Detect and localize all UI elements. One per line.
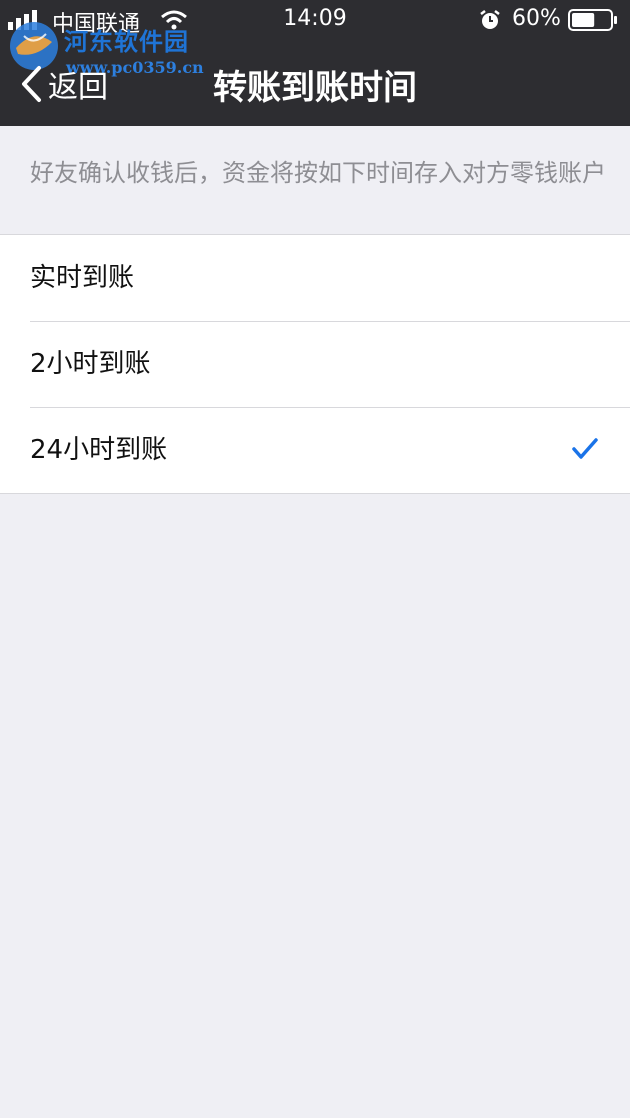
option-label: 2小时到账 (30, 349, 151, 379)
battery-percent: 60% (512, 6, 561, 31)
checkmark-icon (572, 438, 598, 459)
option-label: 24小时到账 (30, 435, 168, 465)
page-title: 转账到账时间 (213, 68, 417, 108)
option-24-hours[interactable]: 24小时到账 (0, 407, 630, 493)
description-text: 好友确认收钱后，资金将按如下时间存入对方零钱账户 (30, 159, 606, 187)
top-bar: 中国联通 14:09 60% 河东软件园 www.pc0359.cn 返回 转账… (0, 0, 630, 126)
watermark-title: 河东软件园 (64, 27, 189, 56)
option-list: 实时到账 2小时到账 24小时到账 (0, 234, 630, 494)
battery-icon (568, 9, 617, 31)
option-realtime[interactable]: 实时到账 (0, 235, 630, 321)
alarm-icon (480, 10, 500, 29)
option-label: 实时到账 (30, 263, 135, 293)
option-2-hours[interactable]: 2小时到账 (0, 321, 630, 407)
